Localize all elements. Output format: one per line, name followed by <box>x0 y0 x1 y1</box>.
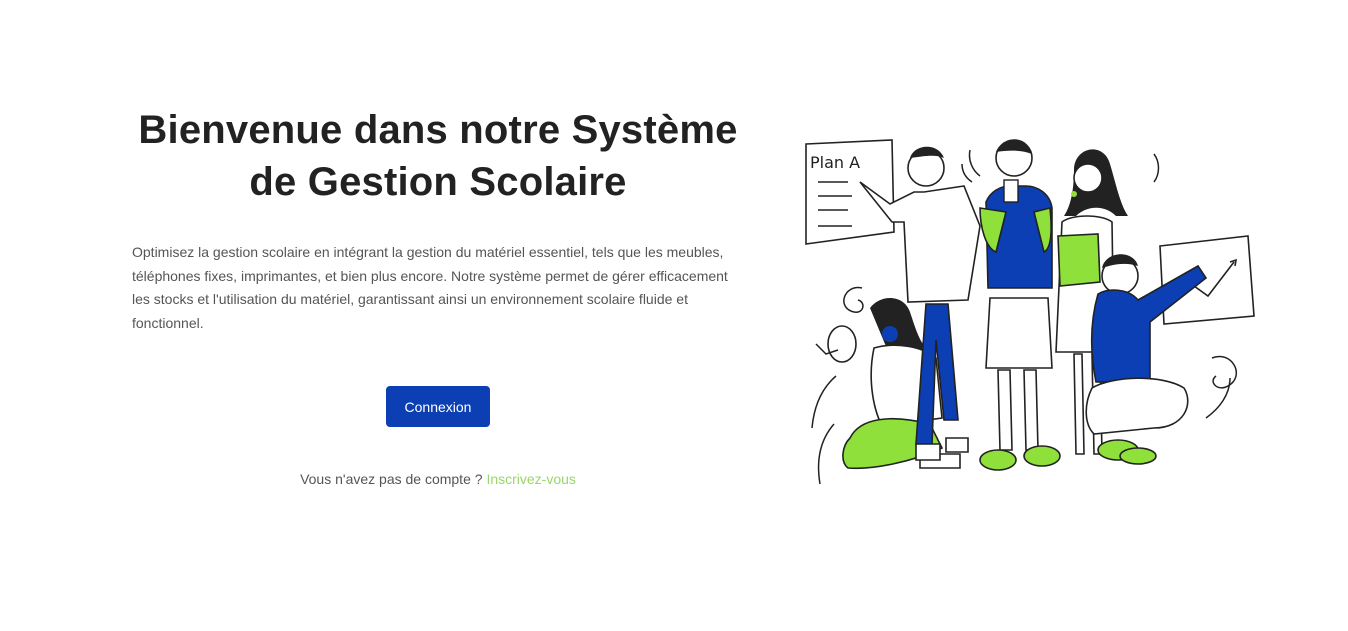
plan-board: Plan A <box>805 139 895 245</box>
login-button[interactable]: Connexion <box>386 386 490 427</box>
page-description: Optimisez la gestion scolaire en intégra… <box>132 244 728 331</box>
person-phone <box>979 139 1061 471</box>
signup-prompt: Vous n'avez pas de compte ? <box>300 471 483 487</box>
login-button-wrap: Connexion <box>128 386 748 427</box>
signup-line: Vous n'avez pas de compte ? Inscrivez-vo… <box>128 471 748 487</box>
board-text: Plan A <box>810 153 860 172</box>
signup-link[interactable]: Inscrivez-vous <box>486 471 575 487</box>
hero-section: Bienvenue dans notre Système de Gestion … <box>128 104 748 487</box>
team-illustration: Plan A <box>805 139 1255 485</box>
page-title: Bienvenue dans notre Système de Gestion … <box>138 108 738 204</box>
landing-page: Bienvenue dans notre Système de Gestion … <box>0 0 1348 631</box>
person-crouching <box>1085 254 1208 465</box>
